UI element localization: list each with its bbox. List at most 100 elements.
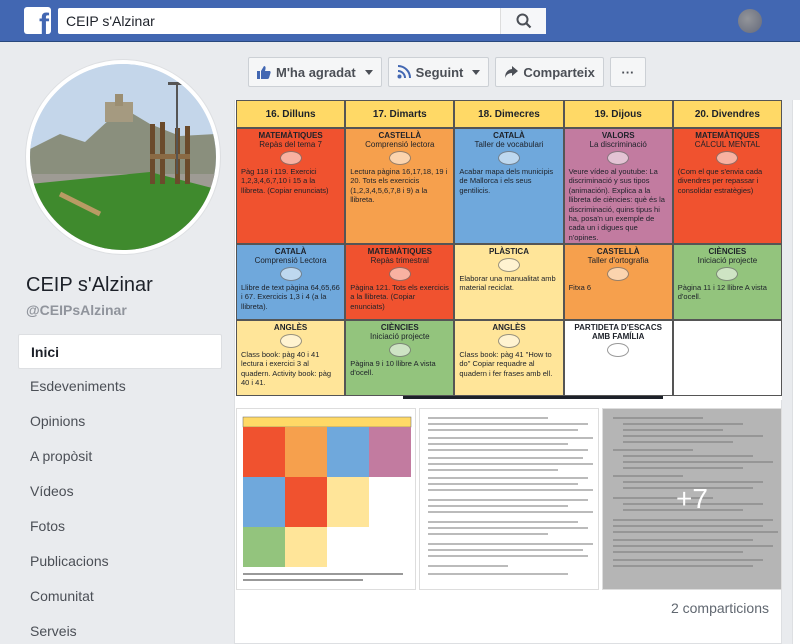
schedule-illustration-icon [607,151,630,165]
left-column: CEIP s'Alzinar @CEIPsAlzinar Inici Esdev… [0,42,234,644]
like-label: M'ha agradat [276,64,356,80]
schedule-illustration-icon [716,151,739,165]
post-thumbnail-2[interactable] [419,408,599,590]
schedule-subject: PLÀSTICA [488,247,529,256]
post-thumbnail-3[interactable]: +7 [602,408,782,590]
schedule-cell: ANGLÈS Class book: pàg 40 i 41 lectura i … [236,320,346,396]
nav-item-opinions[interactable]: Opinions [18,404,222,439]
schedule-day-header: 17. Dimarts [345,100,455,128]
nav-item-fotos[interactable]: Fotos [18,509,222,544]
schedule-subject: MATEMÀTIQUES [367,247,432,256]
schedule-cell: PARTIDETA D'ESCACS AMB FAMÍLIA [563,320,673,396]
search-icon [516,13,531,29]
thumbs-up-icon [257,66,271,79]
nav-item-inici[interactable]: Inici [18,334,222,369]
more-photos-overlay[interactable]: +7 [603,409,781,589]
search-box [58,8,546,34]
facebook-logo-icon[interactable]: f [24,7,51,34]
schedule-subject: CASTELLÀ [596,247,640,256]
nav-item-serveis[interactable]: Serveis [18,614,222,644]
schedule-task: (Com el que s'envia cada divendres per r… [677,167,763,195]
schedule-illustration-icon [279,151,302,165]
schedule-task: Class book: pàg 40 i 41 lectura i exerci… [241,350,332,388]
page-handle[interactable]: @CEIPsAlzinar [26,302,127,318]
schedule-subject: CASTELLÀ [378,131,422,140]
schedule-cell: CIÈNCIES Iniciació projecte Pàgina 9 i 10 … [345,320,455,396]
schedule-cell: MATEMÀTIQUES Repàs trimestral Pàgina 121. … [345,244,455,320]
schedule-day-header: 19. Dijous [563,100,673,128]
schedule-day-header: 16. Dilluns [236,100,346,128]
nav-item-esdeveniments[interactable]: Esdeveniments [18,369,222,404]
schedule-topic: Iniciació projecte [697,256,758,265]
schedule-day-header: 18. Dimecres [454,100,564,128]
user-avatar[interactable] [738,9,762,33]
schedule-task: Elaborar una manualitat amb material rec… [459,274,556,293]
schedule-illustration-icon [607,267,630,281]
nav-item-videos[interactable]: Vídeos [18,474,222,509]
nav-item-a-proposit[interactable]: A propòsit [18,439,222,474]
nav-item-comunitat[interactable]: Comunitat [18,579,222,614]
schedule-illustration-icon [497,258,520,272]
schedule-cell [672,320,782,396]
chevron-down-icon [364,69,373,75]
schedule-cell: VALORS La discriminació Veure vídeo al you… [563,128,673,244]
schedule-topic: Taller de vocabulari [474,140,544,149]
schedule-subject: CIÈNCIES [380,323,419,332]
schedule-cell: MATEMÀTIQUES CÀLCUL MENTAL (Com el que s'e… [672,128,782,244]
schedule-topic: CÀLCUL MENTAL [694,140,761,149]
schedule-subject: ANGLÈS [273,323,308,332]
right-column-edge [792,100,800,644]
post-thumbnail-1[interactable] [236,408,416,590]
schedule-day-header: 20. Divendres [672,100,782,128]
page-title[interactable]: CEIP s'Alzinar [26,274,153,297]
follow-button[interactable]: Seguint [387,57,490,87]
schedule-illustration-icon [716,267,739,281]
follow-label: Seguint [415,64,464,80]
schedule-cell: CATALÀ Taller de vocabulari Acabar mapa de… [454,128,564,244]
schedule-divider [403,396,663,399]
schedule-subject: VALORS [601,131,635,140]
schedule-subject: CIÈNCIES [708,247,747,256]
schedule-task: Lectura pàgina 16,17,18, 19 i 20. Tots e… [350,167,448,205]
schedule-illustration-icon [388,267,411,281]
schedule-task: Llibre de text pàgina 64,65,66 i 67. Exe… [241,283,340,311]
share-arrow-icon [505,66,519,78]
schedule-image[interactable]: 16. Dilluns 17. Dimarts 18. Dimecres 19. Di… [236,100,782,400]
schedule-topic: Comprensió lectora [365,140,435,149]
more-options-button[interactable]: ··· [609,57,646,87]
schedule-task: Acabar mapa dels municipis de Mallorca i… [459,167,554,195]
share-label: Comparteix [523,64,595,80]
schedule-cell: CASTELLÀ Taller d'ortografia Fitxa 6 [563,244,673,320]
schedule-cell: PLÀSTICA Elaborar una manualitat amb mate… [454,244,564,320]
search-button[interactable] [500,8,546,34]
schedule-illustration-icon [497,334,520,348]
schedule-subject: CATALÀ [274,247,307,256]
schedule-topic: Iniciació projecte [369,332,430,341]
post-card: 16. Dilluns 17. Dimarts 18. Dimecres 19. Di… [234,100,782,644]
schedule-subject: MATEMÀTIQUES [695,131,760,140]
schedule-subject: ANGLÈS [492,323,526,332]
schedule-illustration-icon [279,334,302,348]
schedule-task: Pàg 118 i 119. Exercici 1,2,3,4,6,7,10 i… [241,167,329,195]
schedule-task: Pàgina 11 i 12 llibre A vista d'ocell. [677,283,767,302]
schedule-task: Pàgina 121. Tots els exercicis a la llib… [350,283,449,311]
page-nav: Inici Esdeveniments Opinions A propòsit … [18,334,222,644]
schedule-cell: CASTELLÀ Comprensió lectora Lectura pàgina… [345,128,455,244]
search-input[interactable] [58,8,498,34]
schedule-topic: Repàs del tema 7 [259,140,322,149]
nav-item-publicacions[interactable]: Publicacions [18,544,222,579]
schedule-cell: CATALÀ Comprensió Lectora Llibre de text p… [236,244,346,320]
schedule-cell: ANGLÈS Class book: pàg 41 "How to do" Cop… [454,320,564,396]
profile-picture[interactable] [26,60,220,254]
schedule-cell: MATEMÀTIQUES Repàs del tema 7 Pàg 118 i 11… [236,128,346,244]
schedule-illustration-icon [388,151,411,165]
like-button[interactable]: M'ha agradat [248,57,382,87]
schedule-topic: Taller d'ortografia [587,256,649,265]
schedule-topic: La discriminació [589,140,647,149]
schedule-topic: Comprensió Lectora [254,256,327,265]
schedule-task: Fitxa 6 [568,283,592,292]
schedule-subject: PARTIDETA D'ESCACS AMB FAMÍLIA [574,323,662,341]
share-button[interactable]: Comparteix [495,57,604,87]
schedule-task: Class book: pàg 41 "How to do" Copiar re… [459,350,553,378]
shares-count[interactable]: 2 comparticions [671,600,769,616]
